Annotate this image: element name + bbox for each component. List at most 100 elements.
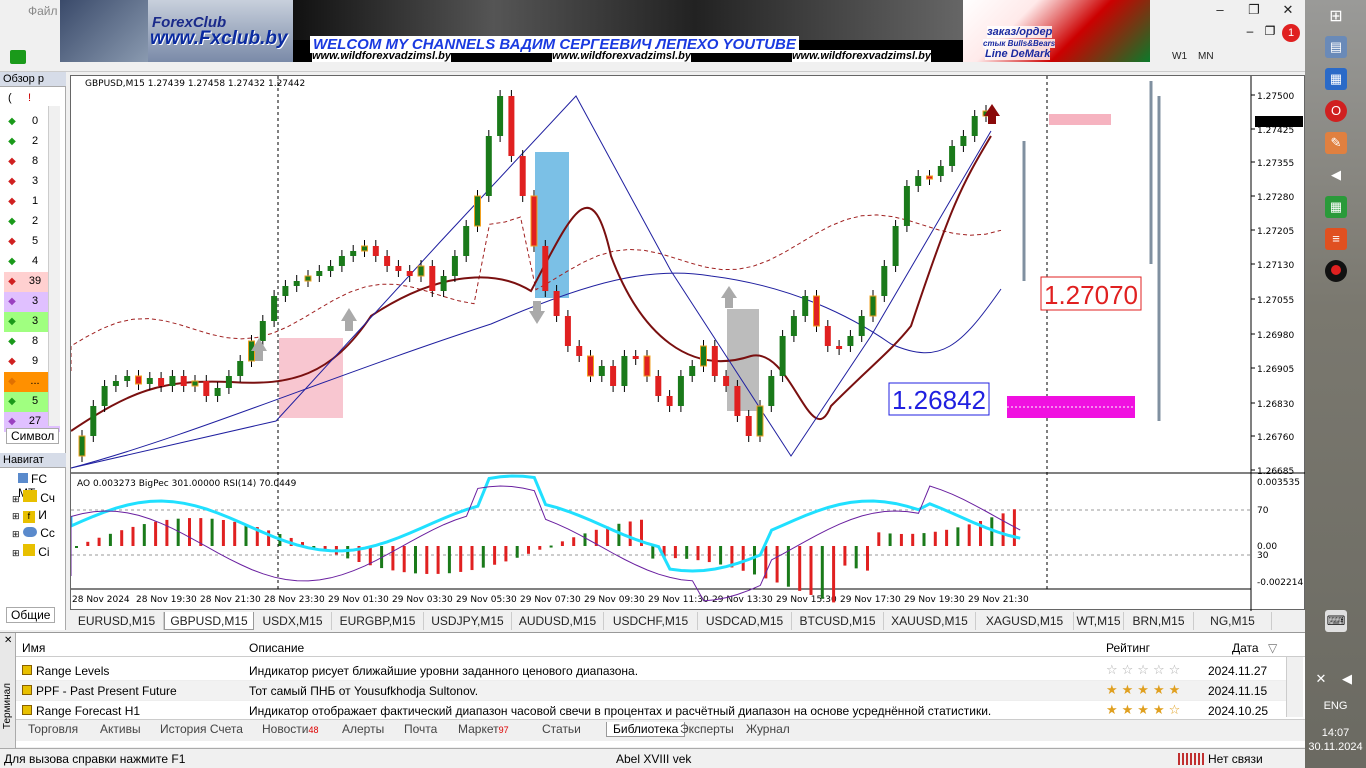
notification-badge[interactable]: 1 (1282, 24, 1300, 42)
candle-body (429, 266, 436, 291)
terminal-tab[interactable]: История Счета (160, 722, 243, 736)
child-minimize-button[interactable]: – (1240, 24, 1260, 42)
symbol-tab[interactable]: XAUUSD,M15 (884, 612, 976, 630)
nav-item-accounts[interactable]: ⊞ Сч (12, 490, 55, 505)
symbol-tab[interactable]: XAGUSD,M15 (976, 612, 1074, 630)
time-tick-label: 29 Nov 09:30 (584, 595, 645, 605)
paint-icon[interactable]: ✎ (1325, 132, 1347, 154)
candle-body (372, 246, 379, 256)
terminal-tab[interactable]: Эксперты (680, 722, 734, 736)
symbol-tab[interactable]: BRN,M15 (1124, 612, 1194, 630)
speaker-icon[interactable]: ◀ (1325, 164, 1347, 186)
terminal-panel: Терминал ✕ Имя Описание Рейтинг Дата ▽ R… (0, 632, 1305, 748)
clock[interactable]: 14:07 30.11.2024 (1305, 726, 1366, 754)
close-button[interactable]: ✕ (1271, 0, 1305, 20)
terminal-tab[interactable]: Статьи (542, 722, 581, 736)
sub-tick-label: 70 (1257, 506, 1269, 516)
time-tick-label: 29 Nov 05:30 (456, 595, 517, 605)
level-label-blue: 1.26842 (892, 385, 986, 415)
tab-common[interactable]: Общие (6, 607, 56, 623)
terminal-tab[interactable]: Торговля (28, 722, 78, 736)
tab-symbols[interactable]: Символ (6, 428, 60, 444)
new-chart-icon[interactable] (10, 50, 26, 64)
chart-window[interactable]: GBPUSD,M15 1.27439 1.27458 1.27432 1.274… (70, 75, 1306, 611)
symbol-tab[interactable]: AUDUSD,M15 (512, 612, 604, 630)
library-row[interactable]: Range Forecast H1 Индикатор отображает фа… (16, 701, 1286, 721)
candle-body (203, 381, 210, 396)
ad-banner[interactable]: ForexClub www.Fxclub.by WELCOM MY CHANNE… (60, 0, 1150, 62)
library-row[interactable]: PPF - Past Present Future Тот самый ПНБ о… (16, 681, 1286, 701)
symbol-tab[interactable]: USDX,M15 (254, 612, 332, 630)
banner-site: www.Fxclub.by (150, 28, 288, 49)
library-row-date: 2024.10.25 (1208, 704, 1269, 718)
ao-bar (414, 546, 417, 574)
candle-body (112, 381, 119, 386)
library-row[interactable]: Range Levels Индикатор рисует ближайшие у… (16, 661, 1286, 681)
app-icon[interactable]: ≡ (1325, 228, 1347, 250)
ao-bar (866, 546, 869, 571)
symbol-tab[interactable]: BTCUSD,M15 (792, 612, 884, 630)
rating-stars-icon: ☆☆☆☆☆ (1106, 663, 1185, 678)
chart-canvas[interactable]: GBPUSD,M15 1.27439 1.27458 1.27432 1.274… (71, 76, 1306, 611)
col-description[interactable]: Описание (249, 641, 304, 655)
calculator-icon[interactable]: ▦ (1325, 196, 1347, 218)
rating-stars-icon: ★★★★☆ (1106, 703, 1185, 718)
candle-body (225, 376, 232, 388)
symbol-tab[interactable]: EURGBP,M15 (332, 612, 424, 630)
network-icon[interactable]: ✕ (1313, 668, 1329, 690)
timeframe-w1[interactable]: W1 (1172, 51, 1187, 62)
terminal-tab[interactable]: Журнал (746, 722, 790, 736)
volume-icon[interactable]: ◀ (1339, 668, 1355, 690)
nav-item-experts[interactable]: ⊞ Сс (12, 526, 55, 540)
col-date[interactable]: Дата (1232, 641, 1259, 655)
mw-scrollbar[interactable] (48, 106, 60, 426)
symbol-tab[interactable]: USDCHF,M15 (604, 612, 698, 630)
terminal-tab[interactable]: Алерты (342, 722, 384, 736)
menu-file[interactable]: Файл (28, 4, 58, 18)
terminal-tab-label: Активы (100, 722, 141, 736)
child-window-controls: – ❐ 1 (1240, 24, 1300, 42)
symbol-tab[interactable]: WT,M15 (1074, 612, 1124, 630)
library-scrollbar[interactable] (1286, 657, 1303, 717)
symbol-direction-icon: ◆ (8, 276, 16, 287)
timeframe-mn[interactable]: MN (1198, 51, 1214, 62)
symbol-tab[interactable]: GBPUSD,M15 (164, 612, 254, 630)
candle-body (847, 336, 854, 346)
candle-body (158, 378, 165, 386)
symbol-tab[interactable]: USDJPY,M15 (424, 612, 512, 630)
windows-start-icon[interactable]: ⊞ (1325, 6, 1347, 28)
opera-icon[interactable]: O (1325, 100, 1347, 122)
symbol-tab[interactable]: NG,M15 (1194, 612, 1272, 630)
child-restore-button[interactable]: ❐ (1260, 24, 1280, 42)
language-indicator[interactable]: ENG (1305, 700, 1366, 712)
symbol-tab[interactable]: USDCAD,M15 (698, 612, 792, 630)
terminal-tab[interactable]: Библиотека (606, 722, 686, 737)
terminal-tab[interactable]: Почта (404, 722, 437, 736)
col-rating[interactable]: Рейтинг (1106, 641, 1150, 655)
candle-body (689, 366, 696, 376)
nav-item-scripts[interactable]: ⊞ Сі (12, 544, 50, 559)
navigator-title[interactable]: Навигат (0, 453, 66, 468)
market-watch-title[interactable]: Обзор р (0, 72, 66, 87)
nav-accounts-label: Сч (40, 491, 56, 505)
zone-box-top (1049, 114, 1111, 125)
explorer-icon[interactable]: ▤ (1325, 36, 1347, 58)
nav-item-indicators[interactable]: ⊞ f И (12, 508, 47, 523)
candle-body (406, 271, 413, 276)
price-tick-label: 1.26830 (1257, 400, 1294, 410)
terminal-tab[interactable]: Активы (100, 722, 141, 736)
candle-body (949, 146, 956, 166)
terminal-tab[interactable]: Маркет97 (458, 722, 509, 736)
minimize-button[interactable]: – (1203, 0, 1237, 20)
restore-button[interactable]: ❐ (1237, 0, 1271, 20)
close-terminal-icon[interactable]: ✕ (4, 635, 12, 646)
library-row-name: Range Forecast H1 (36, 704, 141, 718)
symbol-tab[interactable]: EURUSD,M15 (70, 612, 164, 630)
price-tick-label: 1.27205 (1257, 227, 1294, 237)
mt4-icon[interactable]: ▦ (1325, 68, 1347, 90)
ao-bar (470, 546, 474, 571)
record-icon[interactable] (1325, 260, 1347, 282)
keyboard-icon[interactable]: ⌨ (1325, 610, 1347, 632)
col-name[interactable]: Имя (22, 641, 45, 655)
terminal-tab[interactable]: Новости48 (262, 722, 318, 736)
